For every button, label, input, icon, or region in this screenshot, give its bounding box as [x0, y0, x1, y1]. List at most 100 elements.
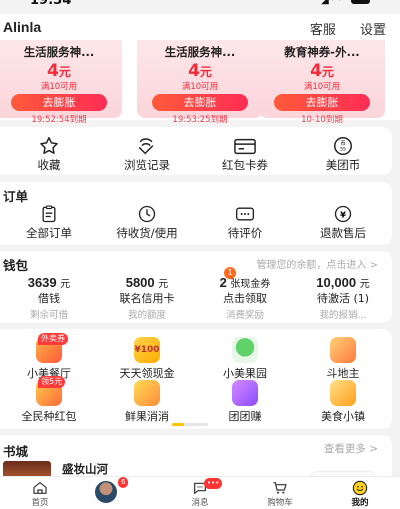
coupon-card[interactable]: 生活服务神... 4元 满10可用 去膨胀 19:53:25到期	[137, 40, 263, 125]
coupon-amount: 4元	[310, 61, 334, 81]
home-icon	[0, 480, 80, 496]
meituan-coin-entry[interactable]: 币 55 美团币	[294, 127, 392, 173]
orders-section: 订单 全部订单 待收货/使用 待评价 ¥ 退款售后	[0, 182, 392, 245]
refund-entry[interactable]: ¥ 退款售后	[294, 204, 392, 241]
tab-avatar[interactable]: 6	[80, 477, 160, 509]
pending-receipt-entry[interactable]: 待收货/使用	[98, 204, 196, 241]
comment-icon	[196, 204, 294, 224]
coupon-card[interactable]: 生活服务神... 4元 满10可用 去膨胀 19:52:54到期	[0, 40, 122, 125]
wallet-name: 待激活 (1)	[316, 292, 370, 305]
app-doudizhu[interactable]: 斗地主	[294, 337, 392, 381]
coupon-title: 生活服务神...	[164, 45, 236, 59]
avatar	[93, 479, 119, 505]
tab-home[interactable]: 首页	[0, 477, 80, 509]
expand-coupon-button[interactable]: 去膨胀	[152, 94, 248, 111]
notification-badge: 6	[118, 477, 129, 488]
message-icon	[160, 480, 240, 496]
history-entry[interactable]: 浏览记录	[98, 127, 196, 173]
wallet-credit-card[interactable]: 5800 元 联名信用卡 我的额度	[98, 275, 196, 321]
expand-coupon-button[interactable]: 去膨胀	[274, 94, 370, 111]
status-time: 19:34	[30, 0, 72, 8]
app-plant-red-packet[interactable]: 领5元 全民种红包	[0, 376, 98, 424]
app-fruit-match[interactable]: 鲜果消消	[98, 380, 196, 424]
meituan-coin-label: 美团币	[325, 158, 361, 172]
coupons-entry[interactable]: 红包卡券	[196, 127, 294, 173]
wallet-loan[interactable]: 3639 元 借钱 剩余可借	[0, 275, 98, 321]
doudizhu-app-icon	[330, 337, 356, 363]
coupon-strip: 生活服务神... 4元 满10可用 去膨胀 19:52:54到期 生活服务神..…	[0, 40, 400, 125]
coupon-title: 教育神券-外...	[284, 45, 360, 59]
quick-links: 收藏 浏览记录 红包卡券 币 55 美团币	[0, 127, 392, 175]
bookstore-title: 书城	[3, 444, 29, 459]
app-label: 小美果园	[223, 367, 267, 380]
fruit-app-icon	[134, 380, 160, 406]
username[interactable]: Alinla	[3, 19, 41, 35]
tab-messages[interactable]: ••• 消息	[160, 477, 240, 509]
app-label: 斗地主	[326, 367, 360, 380]
app-xiaomei-restaurant[interactable]: 外卖券 小美餐厅	[0, 333, 98, 381]
all-orders-label: 全部订单	[26, 226, 72, 240]
book-title[interactable]: 盛妆山河	[62, 461, 108, 477]
pending-receipt-label: 待收货/使用	[116, 226, 178, 240]
header-links: 客服 设置	[290, 19, 386, 38]
wallet-cash-coupon[interactable]: 2 张现金券 点击领取 消费奖励	[196, 275, 294, 321]
favorites-label: 收藏	[37, 158, 61, 172]
app-label: 美食小镇	[321, 410, 365, 423]
me-smile-icon	[320, 480, 400, 496]
app-xiaomei-orchard[interactable]: 小美果园	[196, 337, 294, 381]
wallet-name: 联名信用卡	[119, 292, 175, 305]
apps-section: 外卖券 小美餐厅 ¥100 天天领现金 小美果园 斗地主 领5元 全民种红包 鲜…	[0, 329, 392, 429]
wallet-reimburse[interactable]: 10,000 元 待激活 (1) 我的报销...	[294, 275, 392, 321]
customer-service-link[interactable]: 客服	[310, 23, 336, 38]
wallet-value: 2 张现金券	[219, 275, 271, 290]
app-daily-cash[interactable]: ¥100 天天领现金	[98, 337, 196, 381]
coupon-condition: 满10可用	[40, 82, 78, 92]
coupon-expire: 19:52:54到期	[31, 115, 87, 125]
settings-link[interactable]: 设置	[360, 23, 386, 38]
all-orders-entry[interactable]: 全部订单	[0, 204, 98, 241]
wallet-value: 10,000 元	[316, 275, 370, 290]
app-label: 全民种红包	[21, 410, 77, 423]
expand-coupon-button[interactable]: 去膨胀	[11, 94, 107, 111]
wallet-sub: 我的报销...	[319, 310, 367, 321]
earn-app-icon	[232, 380, 258, 406]
coupons-label: 红包卡券	[222, 158, 268, 172]
app-label: 团团赚	[228, 410, 262, 423]
coupon-card-icon	[196, 135, 294, 157]
bottom-tab-bar: 首页 6 ••• 消息 购物车 我的	[0, 476, 400, 509]
wallet-name: 借钱	[38, 292, 60, 305]
bookstore-more-link[interactable]: 查看更多 >	[324, 441, 378, 456]
svg-text:币: 币	[340, 140, 346, 147]
tab-label: 首页	[31, 498, 49, 508]
app-tuantuan-earn[interactable]: 团团赚	[196, 380, 294, 424]
tab-me[interactable]: 我的	[320, 477, 400, 509]
tab-label: 消息	[191, 498, 209, 508]
wallet-value: 3639 元	[27, 275, 71, 290]
app-label: 天天领现金	[119, 367, 175, 380]
tree-app-icon	[232, 337, 258, 363]
pending-review-entry[interactable]: 待评价	[196, 204, 294, 241]
tab-label: 购物车	[267, 498, 293, 508]
refund-label: 退款售后	[320, 226, 366, 240]
cart-icon	[240, 480, 320, 496]
order-list-icon	[0, 204, 98, 224]
svg-text:55: 55	[340, 147, 346, 153]
orders-title: 订单	[3, 189, 29, 204]
coupon-condition: 满10可用	[181, 82, 219, 92]
wallet-name: 点击领取	[223, 292, 267, 305]
wallet-manage-link[interactable]: 管理您的余额，点击进入 >	[256, 256, 378, 271]
header: Alinla 客服 设置	[0, 14, 400, 40]
status-bar: 19:34 ◢ ◠ 96	[0, 0, 400, 8]
history-label: 浏览记录	[124, 158, 170, 172]
tab-cart[interactable]: 购物车	[240, 477, 320, 509]
coupon-title: 生活服务神...	[23, 45, 95, 59]
pending-review-label: 待评价	[227, 226, 263, 240]
favorites-entry[interactable]: 收藏	[0, 127, 98, 173]
wallet-sub: 消费奖励	[225, 310, 264, 321]
coupon-amount: 4元	[47, 61, 71, 81]
coupon-card[interactable]: 教育神券-外... 4元 满10可用 去膨胀 10-10到期	[259, 40, 385, 125]
wallet-section: 钱包 管理您的余额，点击进入 > 1 3639 元 借钱 剩余可借 5800 元…	[0, 251, 392, 323]
wallet-sub: 剩余可借	[29, 310, 68, 321]
coupon-condition: 满10可用	[303, 82, 341, 92]
app-food-town[interactable]: 美食小镇	[294, 380, 392, 424]
